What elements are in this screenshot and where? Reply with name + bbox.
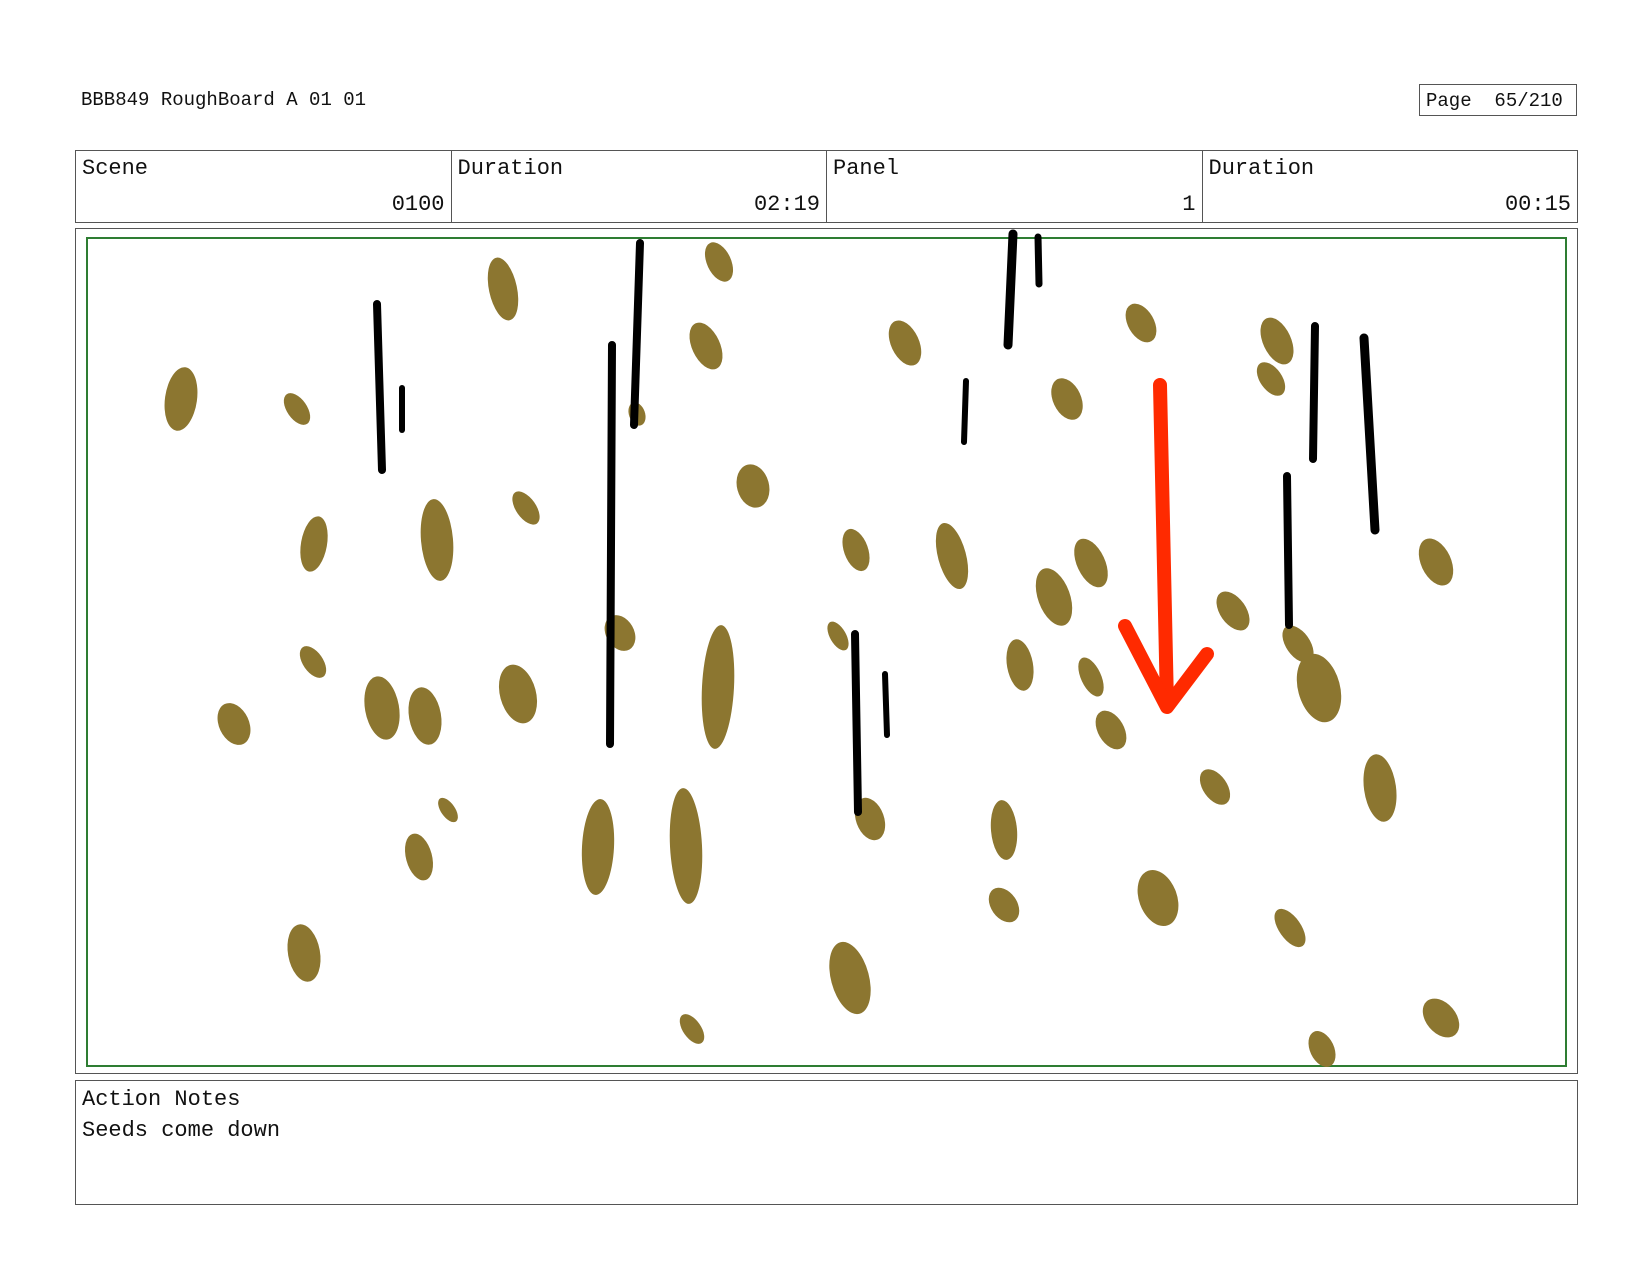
seed	[679, 1014, 705, 1044]
seed	[827, 621, 849, 651]
action-notes-box: Action Notes Seeds come down	[75, 1080, 1578, 1205]
seed	[581, 799, 615, 895]
seed	[299, 646, 327, 678]
motion-streak	[961, 378, 969, 445]
seed	[1125, 303, 1157, 343]
seed	[1216, 591, 1250, 631]
seed	[420, 499, 454, 581]
seed	[689, 322, 723, 370]
seed	[217, 703, 251, 745]
seed	[604, 615, 636, 651]
seed	[1422, 998, 1460, 1038]
seed	[1137, 869, 1179, 927]
seed	[842, 528, 870, 572]
seed	[1296, 653, 1342, 723]
seed	[988, 887, 1020, 923]
down-arrow-icon	[1118, 378, 1214, 714]
seed	[1260, 317, 1294, 365]
motion-streak	[606, 341, 616, 748]
seeds-layer	[164, 242, 1460, 1067]
motion-streak	[1034, 233, 1043, 288]
seed	[990, 800, 1018, 860]
motion-streak	[630, 239, 644, 429]
motion-streak	[1309, 322, 1319, 463]
seed	[1418, 538, 1454, 586]
seed	[512, 491, 540, 525]
motion-streak	[851, 630, 862, 816]
arrow-shaft	[1153, 378, 1174, 712]
seed	[701, 625, 735, 749]
motion-streak	[1283, 472, 1293, 629]
seed	[164, 367, 198, 431]
motion-streaks-layer	[373, 229, 1380, 816]
seed	[1308, 1031, 1336, 1067]
seed	[408, 687, 442, 745]
seed	[1095, 710, 1127, 750]
seed	[438, 797, 458, 823]
seed	[1006, 639, 1034, 691]
seed	[736, 464, 770, 508]
seed	[888, 320, 922, 366]
motion-streak	[1003, 229, 1018, 350]
seed	[1051, 378, 1083, 420]
seed	[287, 924, 321, 982]
motion-streak	[373, 300, 386, 474]
action-notes-label: Action Notes	[82, 1087, 241, 1112]
seed	[1078, 657, 1104, 697]
seed	[364, 676, 400, 740]
seed	[1074, 538, 1108, 588]
motion-streak	[882, 671, 890, 738]
seed	[498, 664, 538, 724]
seed	[283, 393, 311, 425]
seed	[487, 257, 519, 321]
seed	[1035, 568, 1073, 626]
seed	[1363, 754, 1397, 822]
seed	[404, 833, 434, 881]
seed	[669, 788, 703, 904]
seed	[300, 516, 328, 572]
seed	[829, 941, 871, 1015]
seed	[704, 242, 734, 282]
action-notes-text: Seeds come down	[82, 1118, 281, 1143]
seed	[935, 522, 969, 590]
seed	[1199, 769, 1231, 805]
seed	[1274, 908, 1306, 948]
motion-streak	[1359, 333, 1380, 535]
